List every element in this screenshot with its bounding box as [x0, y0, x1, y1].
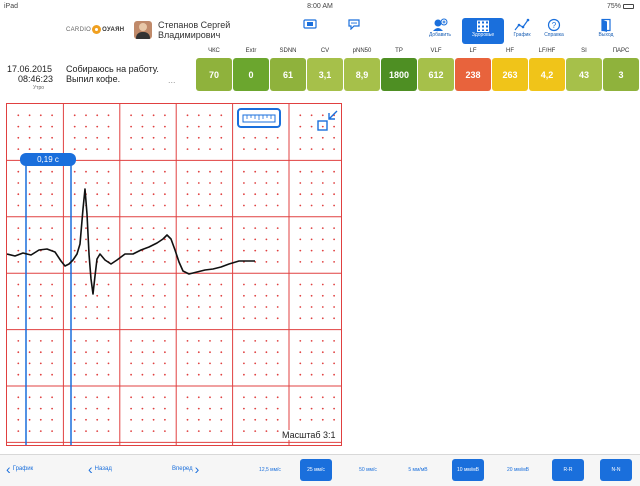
speed-label: 12,5 мм/с [259, 467, 281, 473]
diary-entry[interactable]: 17.06.2015 08:46:23 Утро Собираюсь на ра… [0, 58, 196, 94]
forward-button[interactable]: Вперед › [172, 461, 200, 477]
svg-text:?: ? [552, 21, 557, 30]
top-bar: CARDIO ОУАЯН Степанов Сергей Владимирови… [0, 14, 640, 46]
ruler-icon [242, 114, 276, 123]
metric-value-box[interactable]: 61 [270, 58, 306, 91]
battery-indicator: 75% [607, 3, 634, 10]
rr-button[interactable]: R-R [552, 459, 584, 481]
metric-value-box[interactable]: 8,9 [344, 58, 380, 91]
back-button-label: Назад [94, 466, 112, 472]
user-name[interactable]: Степанов Сергей Владимирович [158, 20, 230, 40]
chevron-left-icon: ‹ [6, 461, 11, 477]
graph-button[interactable]: График [508, 18, 536, 44]
back-button[interactable]: ‹ Назад [88, 461, 112, 477]
metric-label: SDNN [279, 48, 297, 54]
health-tab-label: Здоровье [471, 32, 495, 38]
metric-value-box[interactable]: 70 [196, 58, 232, 91]
gain-label: 10 мм/мВ [457, 467, 479, 473]
entry-time: 08:46:23 [18, 74, 54, 84]
screen-button[interactable] [302, 18, 318, 44]
entry-note-line2: Выпил кофе. [66, 74, 121, 84]
metric-value-box[interactable]: 3,1 [307, 58, 343, 91]
graph-button-label: График [513, 32, 531, 38]
metric-label: Extr [245, 48, 257, 54]
logo-mark-icon [92, 25, 102, 34]
metric-label: SI [581, 48, 587, 54]
entry-date: 17.06.2015 [7, 64, 53, 74]
nn-label: N-N [611, 467, 621, 473]
metric-value-box[interactable]: 0 [233, 58, 269, 91]
user-name-line2: Владимирович [158, 30, 221, 40]
app-logo: CARDIO ОУАЯН [66, 25, 124, 34]
battery-percent: 75% [606, 3, 621, 10]
metric-label: pNN50 [352, 48, 372, 54]
metric-value-box[interactable]: 1800 [381, 58, 417, 91]
entry-more: ... [168, 75, 176, 85]
graph-nav-button[interactable]: ‹ График [6, 461, 34, 477]
entry-note-line1: Собираюсь на работу. [66, 64, 159, 74]
health-tab[interactable]: Здоровье [462, 18, 504, 44]
speed-label: 50 мм/с [359, 467, 377, 473]
message-button[interactable] [346, 18, 362, 44]
chevron-left-icon: ‹ [88, 461, 93, 477]
interval-label[interactable]: 0,19 с [20, 153, 76, 166]
gain-label: 5 мм/мВ [408, 467, 428, 473]
help-button[interactable]: ? Справка [540, 18, 568, 44]
graph-nav-label: График [12, 466, 34, 472]
health-grid-icon [477, 20, 489, 32]
forward-button-label: Вперед [172, 466, 193, 472]
speed-50-button[interactable]: 50 мм/с [352, 459, 384, 481]
collapse-arrow-icon [317, 110, 338, 131]
speed-25-button[interactable]: 25 мм/с [300, 459, 332, 481]
logo-text-right: ОУАЯН [102, 26, 125, 33]
metric-value-box[interactable]: 612 [418, 58, 454, 91]
help-icon: ? [547, 18, 561, 32]
rr-label: R-R [563, 467, 573, 473]
status-bar: iPad 8:00 AM 75% [0, 0, 640, 14]
chevron-right-icon: › [194, 461, 200, 477]
nn-button[interactable]: N-N [600, 459, 632, 481]
gain-20-button[interactable]: 20 мм/мВ [502, 459, 534, 481]
graph-icon [514, 18, 530, 31]
metric-value-box[interactable]: 4,2 [529, 58, 565, 91]
metric-label: ЧКС [208, 48, 220, 54]
speed-label: 25 мм/с [307, 467, 325, 473]
exit-door-icon [601, 18, 611, 32]
add-button[interactable]: Добавить [425, 18, 455, 44]
battery-icon [623, 4, 634, 9]
gain-5-button[interactable]: 5 мм/мВ [402, 459, 434, 481]
user-avatar[interactable] [134, 21, 152, 39]
add-user-icon [433, 18, 448, 31]
metric-label: CV [320, 48, 330, 54]
metric-label: ПАРС [612, 48, 630, 54]
screen-icon [303, 19, 317, 29]
bottom-toolbar: ‹ График ‹ Назад Вперед › 12,5 мм/с 25 м… [0, 454, 640, 486]
user-name-line1: Степанов Сергей [158, 20, 231, 30]
metric-label: LF [469, 48, 477, 54]
gain-10-button[interactable]: 10 мм/мВ [452, 459, 484, 481]
fullscreen-button[interactable] [316, 108, 340, 132]
entry-period: Утро [33, 85, 45, 91]
carrier-label: iPad [4, 3, 19, 10]
help-button-label: Справка [544, 32, 564, 38]
metric-value-box[interactable]: 3 [603, 58, 639, 91]
status-time: 8:00 AM [307, 3, 333, 10]
metric-value-box[interactable]: 43 [566, 58, 602, 91]
add-button-label: Добавить [428, 32, 452, 38]
metric-label: TP [395, 48, 403, 54]
metric-label: LF/HF [538, 48, 556, 54]
message-icon [348, 19, 360, 30]
ruler-button[interactable] [237, 108, 281, 128]
scale-label: Масштаб 3:1 [280, 430, 338, 440]
logo-text-left: CARDIO [66, 26, 92, 33]
metric-value-box[interactable]: 263 [492, 58, 528, 91]
metric-value-box[interactable]: 238 [455, 58, 491, 91]
exit-button-label: Выход [598, 32, 614, 38]
gain-label: 20 мм/мВ [507, 467, 529, 473]
metric-label: HF [506, 48, 514, 54]
exit-button[interactable]: Выход [592, 18, 620, 44]
speed-12-5-button[interactable]: 12,5 мм/с [254, 459, 286, 481]
metric-label: VLF [430, 48, 442, 54]
